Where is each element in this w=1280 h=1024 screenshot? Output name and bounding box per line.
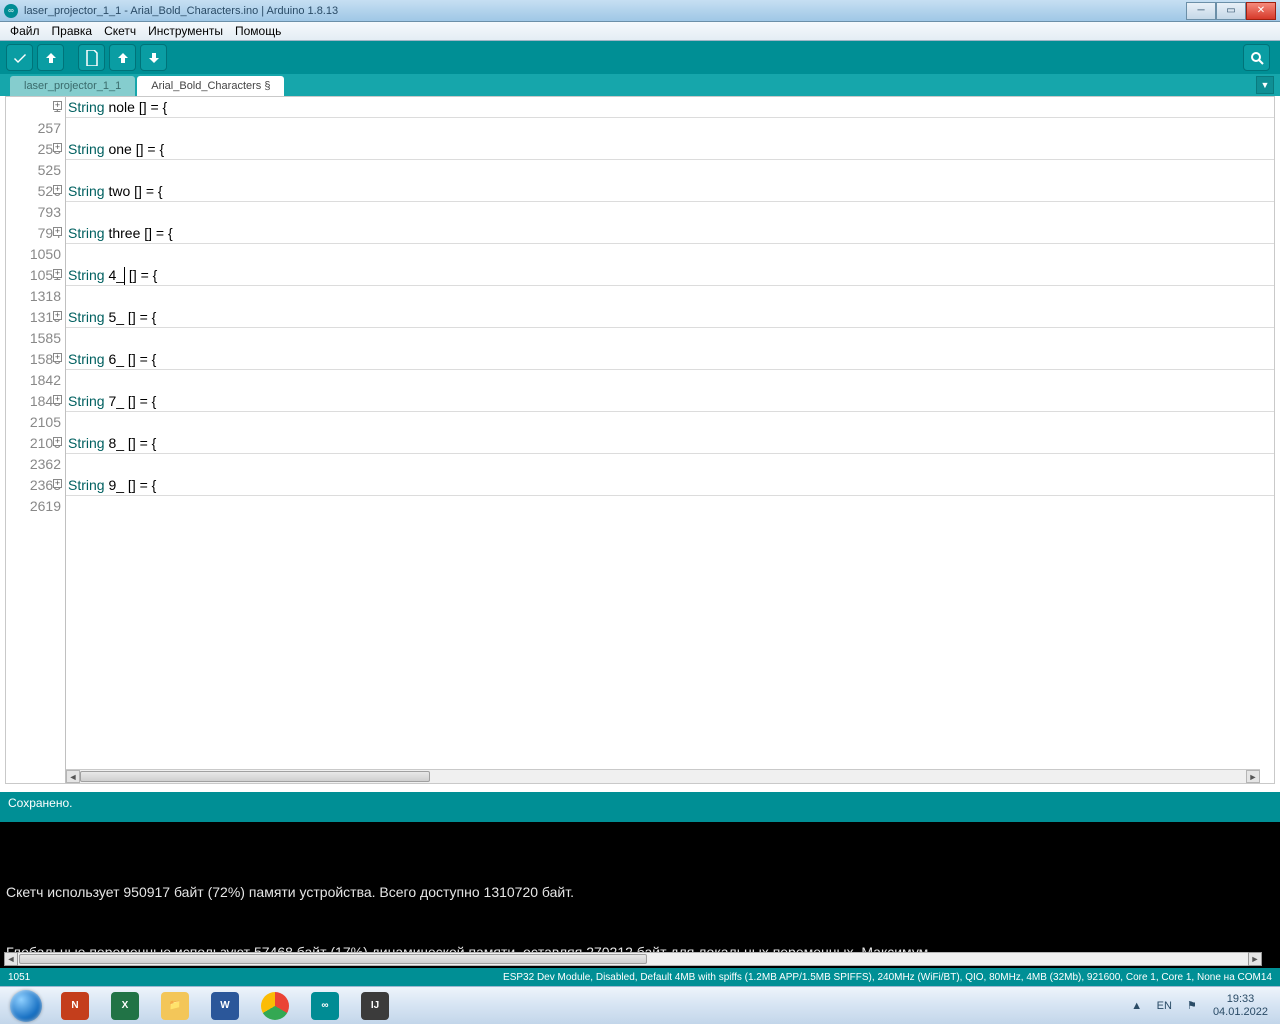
fold-toggle[interactable]: +	[53, 101, 62, 110]
action-center-icon[interactable]: ⚑	[1185, 999, 1199, 1013]
code-line[interactable]	[66, 160, 1274, 181]
fold-toggle[interactable]: +	[53, 437, 62, 446]
code-line[interactable]: String 6_ [] = {	[66, 349, 1274, 370]
start-button[interactable]	[2, 989, 50, 1023]
system-tray: ▲ EN ⚑ 19:33 04.01.2022	[1130, 993, 1278, 1019]
clock[interactable]: 19:33 04.01.2022	[1207, 993, 1274, 1019]
arduino-status-bar: 1051 ESP32 Dev Module, Disabled, Default…	[0, 968, 1280, 986]
code-editor[interactable]: 1+257258+525526+793794+10501051+13181319…	[5, 96, 1275, 784]
board-info: ESP32 Dev Module, Disabled, Default 4MB …	[30, 972, 1272, 983]
fold-toggle[interactable]: +	[53, 143, 62, 152]
taskbar-app-explorer[interactable]: 📁	[151, 989, 199, 1023]
output-console[interactable]: Скетч использует 950917 байт (72%) памят…	[0, 822, 1280, 968]
code-line[interactable]: String 8_ [] = {	[66, 433, 1274, 454]
code-line[interactable]	[66, 118, 1274, 139]
taskbar-app-onenote[interactable]: N	[51, 989, 99, 1023]
menu-bar: Файл Правка Скетч Инструменты Помощь	[0, 22, 1280, 41]
windows-orb-icon	[10, 990, 42, 1022]
toolbar	[0, 41, 1280, 74]
status-strip: Сохранено.	[0, 792, 1280, 822]
console-horizontal-scrollbar[interactable]: ◄ ►	[4, 952, 1262, 966]
code-line[interactable]: String nole [] = {	[66, 97, 1274, 118]
upload-button[interactable]	[37, 44, 64, 71]
taskbar-app-word[interactable]: W	[201, 989, 249, 1023]
fold-toggle[interactable]: +	[53, 479, 62, 488]
console-scroll-thumb[interactable]	[19, 954, 647, 964]
menu-tools[interactable]: Инструменты	[142, 23, 229, 39]
menu-sketch[interactable]: Скетч	[98, 23, 142, 39]
maximize-button[interactable]: ▭	[1216, 2, 1246, 20]
code-line[interactable]	[66, 412, 1274, 433]
arduino-app-icon: ∞	[4, 4, 18, 18]
fold-toggle[interactable]: +	[53, 269, 62, 278]
code-line[interactable]: String 5_ [] = {	[66, 307, 1274, 328]
cursor-line-indicator: 1051	[8, 972, 30, 983]
serial-monitor-button[interactable]	[1243, 44, 1270, 71]
verify-button[interactable]	[6, 44, 33, 71]
open-button[interactable]	[109, 44, 136, 71]
tab-arial-bold-characters[interactable]: Arial_Bold_Characters §	[137, 76, 284, 96]
fold-toggle[interactable]: +	[53, 395, 62, 404]
scroll-thumb[interactable]	[80, 771, 430, 782]
fold-toggle[interactable]: +	[53, 311, 62, 320]
new-button[interactable]	[78, 44, 105, 71]
code-line[interactable]: String 9_ [] = {	[66, 475, 1274, 496]
taskbar-app-intellij[interactable]: IJ	[351, 989, 399, 1023]
window-title: laser_projector_1_1 - Arial_Bold_Charact…	[24, 5, 1186, 17]
code-line[interactable]: String two [] = {	[66, 181, 1274, 202]
code-line[interactable]	[66, 328, 1274, 349]
code-line[interactable]	[66, 244, 1274, 265]
fold-toggle[interactable]: +	[53, 185, 62, 194]
tab-bar: laser_projector_1_1 Arial_Bold_Character…	[0, 74, 1280, 96]
editor-horizontal-scrollbar[interactable]: ◄ ►	[66, 769, 1260, 783]
tab-dropdown-button[interactable]: ▼	[1256, 76, 1274, 94]
tab-laser-projector[interactable]: laser_projector_1_1	[10, 76, 135, 96]
close-button[interactable]: ✕	[1246, 2, 1276, 20]
clock-time: 19:33	[1213, 993, 1268, 1006]
clock-date: 04.01.2022	[1213, 1006, 1268, 1019]
minimize-button[interactable]: ─	[1186, 2, 1216, 20]
code-line[interactable]	[66, 370, 1274, 391]
code-line[interactable]	[66, 202, 1274, 223]
save-button[interactable]	[140, 44, 167, 71]
code-line[interactable]: String one [] = {	[66, 139, 1274, 160]
console-scroll-right[interactable]: ►	[1248, 952, 1262, 966]
menu-edit[interactable]: Правка	[46, 23, 99, 39]
scroll-left-arrow[interactable]: ◄	[66, 770, 80, 783]
fold-toggle[interactable]: +	[53, 227, 62, 236]
menu-help[interactable]: Помощь	[229, 23, 287, 39]
status-saved-label: Сохранено.	[8, 796, 73, 810]
code-line[interactable]	[66, 286, 1274, 307]
tray-expand-icon[interactable]: ▲	[1130, 999, 1144, 1013]
taskbar-app-chrome[interactable]	[251, 989, 299, 1023]
code-line[interactable]	[66, 496, 1274, 517]
code-line[interactable]	[66, 454, 1274, 475]
taskbar-app-excel[interactable]: X	[101, 989, 149, 1023]
taskbar-app-arduino[interactable]: ∞	[301, 989, 349, 1023]
menu-file[interactable]: Файл	[4, 23, 46, 39]
console-line: Скетч использует 950917 байт (72%) памят…	[6, 882, 1274, 902]
line-number-gutter: 1+257258+525526+793794+10501051+13181319…	[6, 97, 66, 783]
windows-taskbar: N X 📁 W ∞ IJ ▲ EN ⚑ 19:33 04.01.2022	[0, 986, 1280, 1024]
language-indicator[interactable]: EN	[1152, 993, 1177, 1019]
code-line[interactable]: String 7_ [] = {	[66, 391, 1274, 412]
code-area[interactable]: String nole [] = { String one [] = { Strin…	[66, 97, 1274, 783]
code-line[interactable]: String three [] = {	[66, 223, 1274, 244]
window-titlebar: ∞ laser_projector_1_1 - Arial_Bold_Chara…	[0, 0, 1280, 22]
scroll-right-arrow[interactable]: ►	[1246, 770, 1260, 783]
console-scroll-left[interactable]: ◄	[4, 952, 18, 966]
fold-toggle[interactable]: +	[53, 353, 62, 362]
code-line[interactable]: String 4_ [] = {	[66, 265, 1274, 286]
